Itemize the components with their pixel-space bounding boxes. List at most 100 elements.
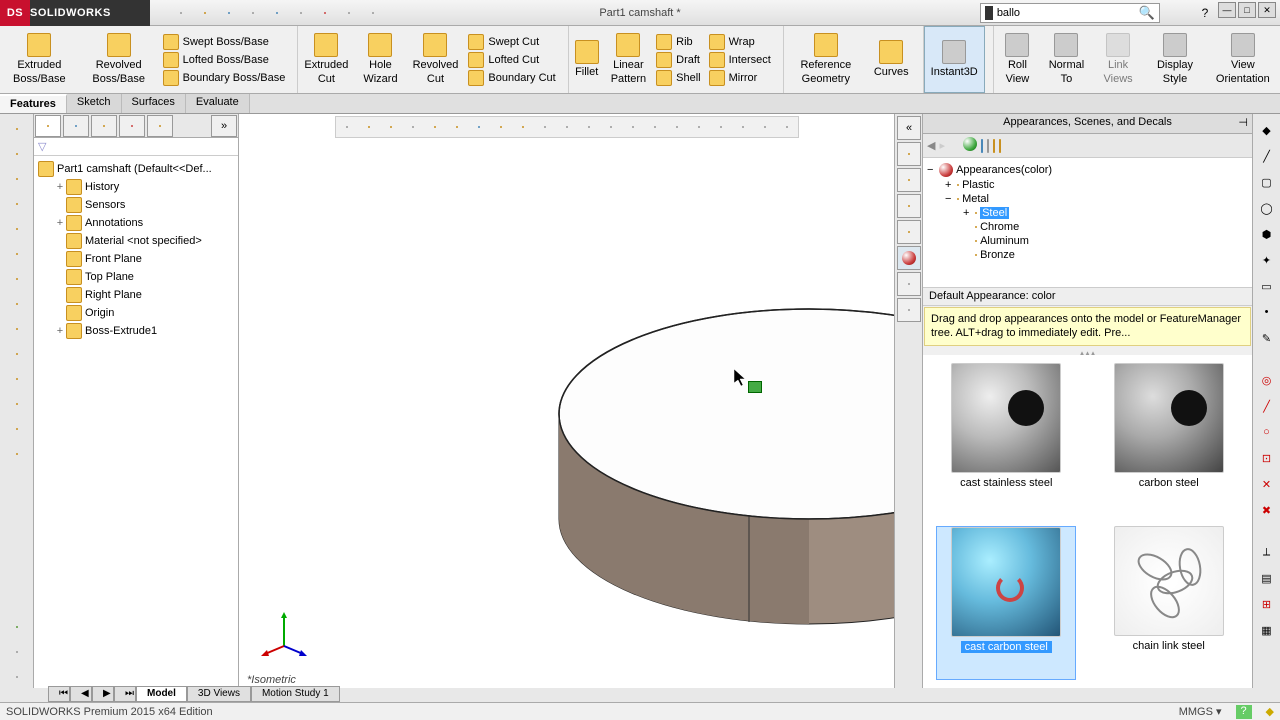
home-tool[interactable] [5, 616, 29, 638]
filter-surface-icon[interactable]: ◯ [1257, 198, 1277, 218]
roll-view-button[interactable]: Roll View [994, 26, 1041, 93]
forward-button[interactable]: ▸ [939, 139, 945, 152]
search-box[interactable]: 🔍 [980, 3, 1160, 23]
box-filter-icon[interactable]: ⊡ [1257, 448, 1277, 468]
settings-button[interactable] [362, 2, 384, 24]
linear-pattern-button[interactable]: Linear Pattern [605, 26, 652, 93]
spline-tool[interactable] [5, 268, 29, 290]
filter-plane-icon[interactable]: ▭ [1257, 276, 1277, 296]
cross-filter-icon[interactable]: ✕ [1257, 474, 1277, 494]
view-tool-h[interactable] [711, 118, 731, 136]
select-button[interactable] [290, 2, 312, 24]
view-setting-icon[interactable] [535, 118, 555, 136]
help-button[interactable]: ? [1194, 2, 1216, 24]
filter-face-icon[interactable]: ▢ [1257, 172, 1277, 192]
tree-root[interactable]: Part1 camshaft (Default<<Def... [38, 160, 234, 178]
zoom-fit-icon[interactable] [337, 118, 357, 136]
boundary-boss-button[interactable]: Boundary Boss/Base [159, 69, 290, 87]
file-explorer-tab[interactable] [897, 194, 921, 218]
chamfer-tool[interactable] [5, 343, 29, 365]
undo-button[interactable] [266, 2, 288, 24]
rect-tool[interactable] [5, 193, 29, 215]
pin-panel-button[interactable]: ⊣ [1238, 116, 1248, 129]
status-warn-icon[interactable]: ◆ [1266, 705, 1274, 718]
tree-top-plane[interactable]: Top Plane [38, 268, 234, 286]
search-icon[interactable]: 🔍 [1139, 5, 1155, 21]
lofted-boss-button[interactable]: Lofted Boss/Base [159, 51, 290, 69]
minimize-button[interactable]: — [1218, 2, 1236, 18]
scene-icon[interactable] [513, 118, 533, 136]
section-view-icon[interactable] [403, 118, 423, 136]
measure-tool[interactable] [5, 418, 29, 440]
dimxpert-manager-tab[interactable] [119, 115, 145, 137]
pane-decals-icon[interactable] [987, 140, 989, 152]
new-file-button[interactable] [170, 2, 192, 24]
revolved-boss-button[interactable]: Revolved Boss/Base [79, 26, 159, 93]
extruded-boss-button[interactable]: Extruded Boss/Base [0, 26, 79, 93]
select-tool[interactable] [5, 118, 29, 140]
dim-tool[interactable] [5, 641, 29, 663]
custom-properties-tab[interactable] [897, 272, 921, 296]
view-tool-k[interactable] [777, 118, 797, 136]
maximize-button[interactable]: □ [1238, 2, 1256, 18]
app-tree-bronze[interactable]: Bronze [927, 248, 1248, 262]
revolved-cut-button[interactable]: Revolved Cut [407, 26, 465, 93]
splitter-handle[interactable]: ▴▴▴ [923, 347, 1252, 355]
pane-appearances-icon[interactable] [963, 137, 977, 154]
display-style-button[interactable]: Display Style [1144, 26, 1205, 93]
circle-tool[interactable] [5, 218, 29, 240]
3d-views-tab[interactable]: 3D Views [187, 686, 251, 702]
view-tool-f[interactable] [667, 118, 687, 136]
back-button[interactable]: ◀ [927, 139, 935, 152]
filter-edge-icon[interactable]: ╱ [1257, 146, 1277, 166]
thumb-cast-carbon[interactable]: cast carbon steel [936, 526, 1076, 680]
app-tree-steel[interactable]: + Steel [927, 206, 1248, 220]
tree-front-plane[interactable]: Front Plane [38, 250, 234, 268]
feature-manager-tab[interactable] [35, 115, 61, 137]
next-tab-button[interactable]: ▶ [92, 686, 114, 702]
tree-material[interactable]: Material <not specified> [38, 232, 234, 250]
configuration-manager-tab[interactable] [91, 115, 117, 137]
edit-appearance-icon[interactable] [491, 118, 511, 136]
plane-tool[interactable] [5, 293, 29, 315]
wrap-button[interactable]: Wrap [705, 33, 775, 51]
model-tab[interactable]: Model [136, 686, 187, 702]
units-label[interactable]: MMGS ▾ [1179, 705, 1222, 718]
app-tree-plastic[interactable]: + Plastic [927, 178, 1248, 192]
prev-tab-button[interactable]: ◀ [70, 686, 92, 702]
orient-icon[interactable] [425, 118, 445, 136]
view-tool-e[interactable] [645, 118, 665, 136]
filter-axis-icon[interactable]: ✦ [1257, 250, 1277, 270]
filter-solid-icon[interactable]: ⬢ [1257, 224, 1277, 244]
swept-cut-button[interactable]: Swept Cut [464, 33, 559, 51]
view-tool-b[interactable] [579, 118, 599, 136]
fillet-button[interactable]: Fillet [569, 26, 605, 93]
tab-evaluate[interactable]: Evaluate [186, 94, 250, 113]
linear-tool[interactable] [5, 368, 29, 390]
draft-button[interactable]: Draft [652, 51, 704, 69]
filter-point-icon[interactable]: • [1257, 302, 1277, 322]
thumb-carbon-steel[interactable]: carbon steel [1099, 363, 1239, 515]
tab-features[interactable]: Features [0, 94, 67, 113]
tree-sensors[interactable]: Sensors [38, 196, 234, 214]
boundary-cut-button[interactable]: Boundary Cut [464, 69, 559, 87]
view-tool-i[interactable] [733, 118, 753, 136]
view-tool-a[interactable] [557, 118, 577, 136]
close-button[interactable]: ✕ [1258, 2, 1276, 18]
lofted-cut-button[interactable]: Lofted Cut [464, 51, 559, 69]
shell-button[interactable]: Shell [652, 69, 704, 87]
graphics-viewport[interactable]: *Isometric [239, 114, 894, 688]
filter-vertex-icon[interactable]: ◆ [1257, 120, 1277, 140]
resources-tab[interactable] [897, 142, 921, 166]
instant3d-button[interactable]: Instant3D [924, 26, 985, 93]
view-tool-d[interactable] [623, 118, 643, 136]
rebuild-button[interactable] [314, 2, 336, 24]
collapse-taskpane-button[interactable]: « [897, 116, 921, 140]
grid2-icon[interactable]: ▦ [1257, 620, 1277, 640]
save-button[interactable] [218, 2, 240, 24]
dim-filter-icon[interactable]: ⟂ [1257, 542, 1277, 562]
link-views-button[interactable]: Link Views [1092, 26, 1145, 93]
tree-annotations[interactable]: +Annotations [38, 214, 234, 232]
pane-scenes-icon[interactable] [981, 140, 983, 152]
view-palette-tab[interactable] [897, 220, 921, 244]
